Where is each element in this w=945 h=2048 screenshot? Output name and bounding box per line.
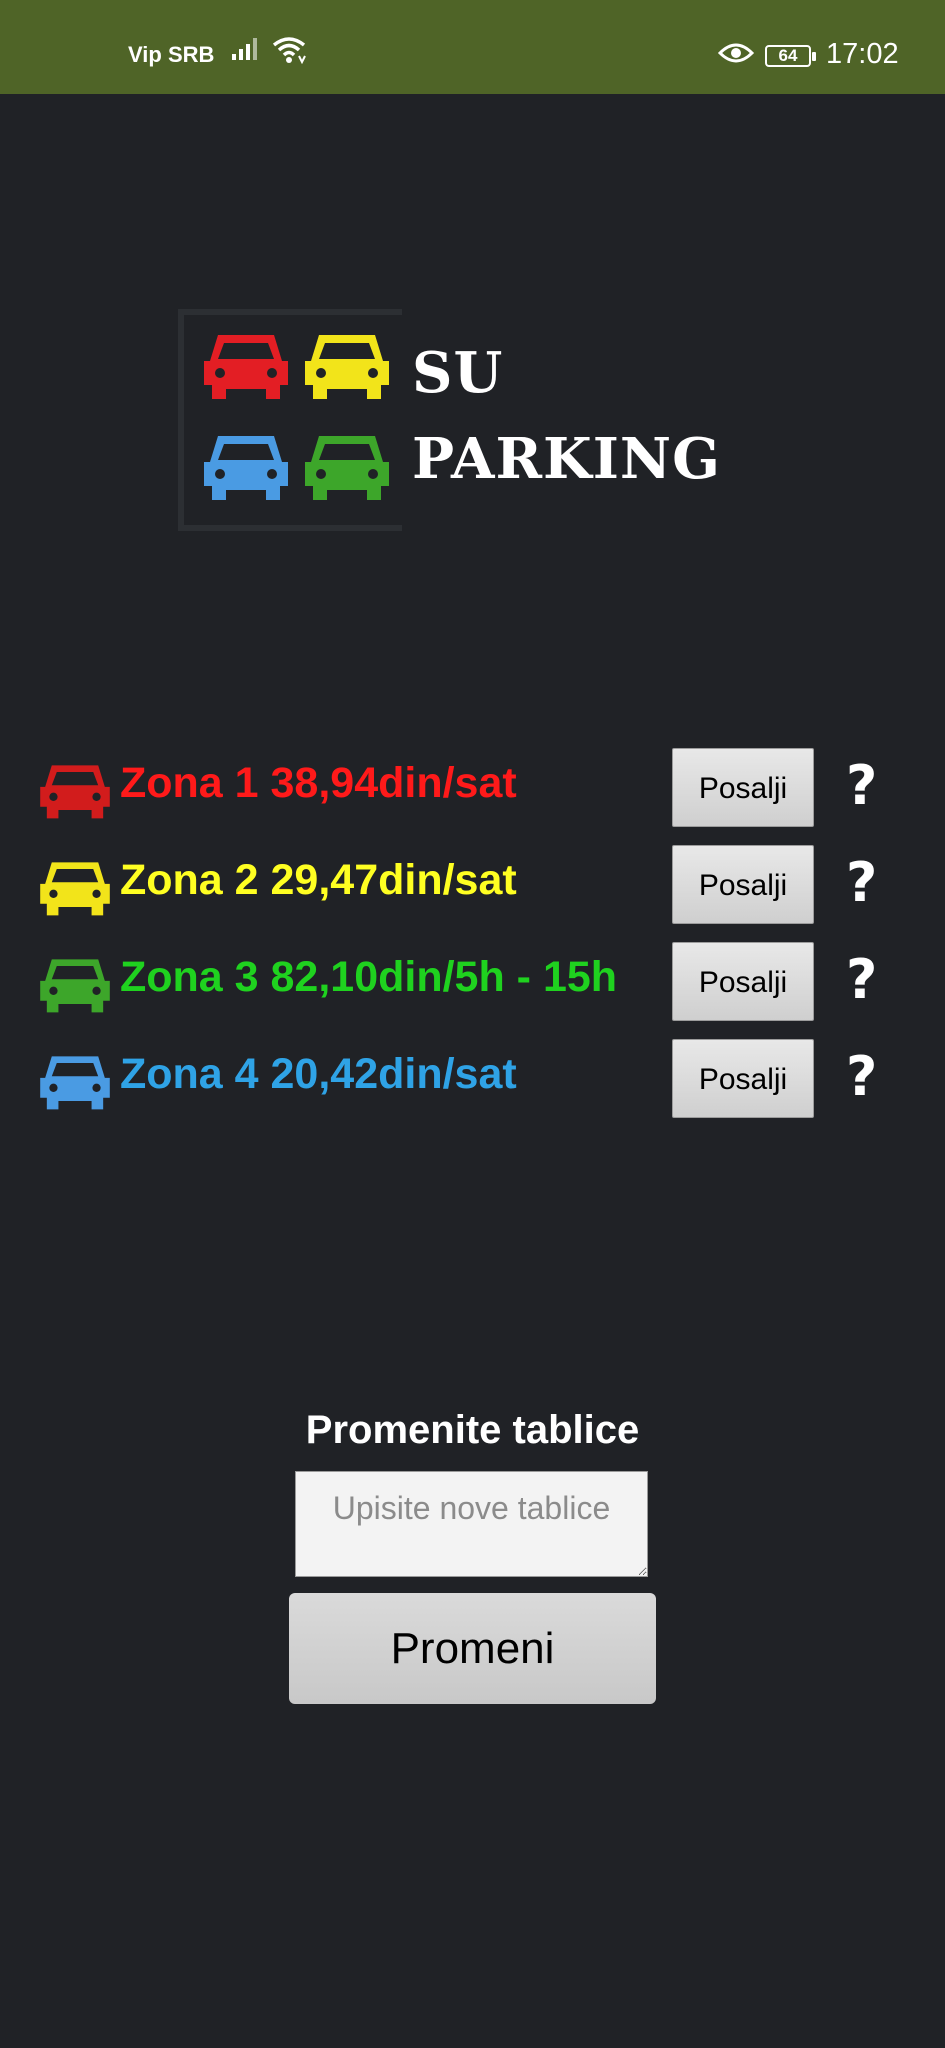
help-icon[interactable]: ? bbox=[846, 1045, 877, 1108]
send-button-zone-1[interactable]: Posalji bbox=[672, 748, 814, 827]
green-car-icon bbox=[305, 436, 389, 500]
red-car-icon bbox=[204, 335, 288, 399]
help-icon[interactable]: ? bbox=[846, 948, 877, 1011]
zone-label: Zona 1 38,94din/sat bbox=[120, 759, 517, 807]
carrier-name: Vip SRB bbox=[128, 42, 215, 67]
signal-icon bbox=[232, 36, 262, 65]
send-button-zone-3[interactable]: Posalji bbox=[672, 942, 814, 1021]
wifi-icon bbox=[272, 36, 308, 69]
car-icon bbox=[40, 1056, 110, 1110]
zone-label: Zona 2 29,47din/sat bbox=[120, 856, 517, 904]
zone-row-2: Zona 2 29,47din/sat Posalji ? bbox=[0, 845, 945, 925]
send-button-zone-4[interactable]: Posalji bbox=[672, 1039, 814, 1118]
help-icon[interactable]: ? bbox=[846, 754, 877, 817]
plates-input[interactable] bbox=[295, 1471, 648, 1577]
clock: 17:02 bbox=[826, 38, 899, 70]
zone-row-4: Zona 4 20,42din/sat Posalji ? bbox=[0, 1039, 945, 1119]
zone-label: Zona 4 20,42din/sat bbox=[120, 1050, 517, 1098]
car-icon bbox=[40, 959, 110, 1013]
help-icon[interactable]: ? bbox=[846, 851, 877, 914]
zone-row-3: Zona 3 82,10din/5h - 15h Posalji ? bbox=[0, 942, 945, 1022]
yellow-car-icon bbox=[305, 335, 389, 399]
status-bar: Vip SRB 64 17:02 bbox=[0, 0, 945, 94]
logo-text-line1: SU bbox=[412, 340, 504, 406]
logo-text-line2: PARKING bbox=[412, 426, 721, 492]
eye-icon bbox=[717, 41, 755, 70]
zone-label: Zona 3 82,10din/5h - 15h bbox=[120, 953, 618, 1001]
change-plates-button[interactable]: Promeni bbox=[289, 1593, 656, 1704]
send-button-zone-2[interactable]: Posalji bbox=[672, 845, 814, 924]
car-icon bbox=[40, 765, 110, 819]
car-icon bbox=[40, 862, 110, 916]
change-plates-title: Promenite tablice bbox=[305, 1408, 640, 1452]
battery-icon: 64 bbox=[765, 45, 816, 67]
blue-car-icon bbox=[204, 436, 288, 500]
zone-row-1: Zona 1 38,94din/sat Posalji ? bbox=[0, 748, 945, 828]
